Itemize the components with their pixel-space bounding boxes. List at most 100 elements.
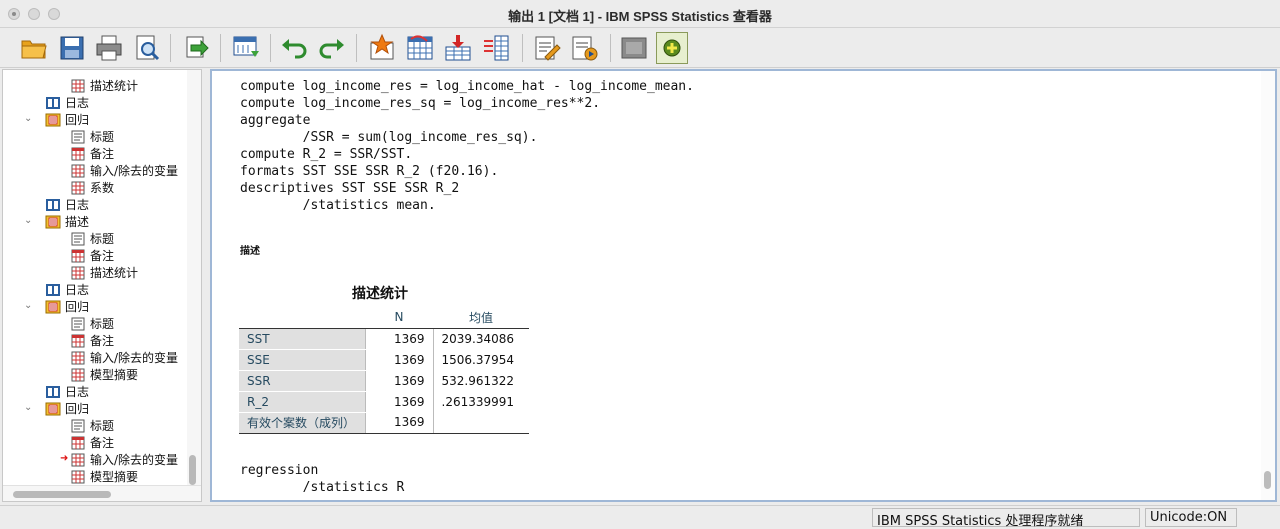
tree-item[interactable]: 备注 — [70, 145, 114, 162]
tree-item[interactable]: 描述统计 — [70, 77, 138, 94]
syntax-line: /statistics R — [240, 480, 405, 495]
row-label: SST — [239, 328, 365, 350]
column-header-mean: 均值 — [433, 307, 529, 329]
tree-item-label: 描述统计 — [90, 79, 139, 93]
print-preview-icon[interactable] — [131, 32, 163, 64]
goto-case-icon[interactable] — [366, 32, 398, 64]
tree-item[interactable]: 备注 — [70, 332, 114, 349]
syntax-log-block[interactable]: compute log_income_res = log_income_hat … — [240, 78, 694, 214]
tree-item[interactable]: 标题 — [70, 417, 114, 434]
n-cell: 1369 — [364, 412, 433, 434]
expand-toggle-icon[interactable]: ⌄ — [24, 113, 32, 124]
navigator-vertical-scrollbar[interactable] — [187, 70, 201, 486]
syntax-line: compute R_2 = SSR/SST. — [240, 147, 413, 162]
tree-item[interactable]: 输入/除去的变量 — [70, 451, 178, 468]
open-folder-icon[interactable] — [18, 32, 50, 64]
output-vertical-scrollbar[interactable] — [1261, 71, 1275, 500]
tree-item[interactable]: 日志 — [45, 196, 89, 213]
notes-icon — [70, 147, 86, 161]
mean-cell: 532.961322 — [432, 370, 529, 391]
n-cell: 1369 — [364, 370, 433, 391]
navigator-horizontal-scrollbar[interactable] — [3, 485, 201, 501]
procedure-section-title[interactable]: 描述 — [240, 242, 260, 257]
tree-item-label: 输入/除去的变量 — [90, 351, 179, 365]
tree-item[interactable]: 日志 — [45, 281, 89, 298]
window-title: 输出 1 [文档 1] - IBM SPSS Statistics 查看器 — [508, 9, 772, 24]
procedure-icon — [45, 113, 61, 127]
mean-cell: .261339991 — [432, 391, 529, 412]
goto-data-icon[interactable] — [230, 32, 262, 64]
tree-item[interactable]: 系数 — [70, 179, 114, 196]
title-icon — [70, 419, 86, 433]
tree-item[interactable]: 标题 — [70, 230, 114, 247]
undo-icon[interactable] — [278, 32, 310, 64]
tree-item-label: 回归 — [65, 402, 90, 416]
pane-splitter[interactable] — [203, 69, 209, 502]
pivot-disabled-icon[interactable] — [618, 32, 650, 64]
redo-icon[interactable] — [316, 32, 348, 64]
goto-variable-icon[interactable] — [404, 32, 436, 64]
output-vertical-scroll-thumb[interactable] — [1264, 471, 1271, 489]
mean-cell — [432, 412, 529, 434]
table-row[interactable]: 有效个案数（成列） 1369 — [239, 412, 529, 434]
tree-item[interactable]: 备注 — [70, 247, 114, 264]
table-row[interactable]: R_2 1369.261339991 — [239, 391, 529, 413]
tree-item[interactable]: 回归 — [45, 298, 89, 315]
tree-item[interactable]: 标题 — [70, 315, 114, 332]
mean-cell: 2039.34086 — [432, 328, 529, 349]
tree-item[interactable]: 标题 — [70, 128, 114, 145]
tree-item[interactable]: 模型摘要 — [70, 468, 138, 485]
expand-toggle-icon[interactable]: ⌄ — [24, 300, 32, 311]
title-icon — [70, 317, 86, 331]
n-cell: 1369 — [364, 391, 433, 412]
descriptives-pivot-table[interactable]: N 均值 SST 1369 2039.34086 SSE 1369 1506.37954 S… — [239, 307, 529, 434]
export-icon[interactable] — [180, 32, 212, 64]
table-icon — [70, 368, 86, 382]
navigator-pane: 描述统计 日志 ⌄ 回归 标题 备注 输入/除去的变量 系数 日志 ⌄ 描述 标题 备注 描述统计 日志 ⌄ 回… — [2, 69, 202, 502]
table-row[interactable]: SSR 1369 532.961322 — [239, 370, 529, 392]
notes-icon — [70, 436, 86, 450]
tree-item[interactable]: 输入/除去的变量 — [70, 162, 178, 179]
expand-toggle-icon[interactable]: ⌄ — [24, 402, 32, 413]
tree-item-label: 标题 — [90, 419, 115, 433]
tree-item[interactable]: 日志 — [45, 94, 89, 111]
navigator-horizontal-scroll-thumb[interactable] — [13, 491, 111, 498]
tree-item-label: 回归 — [65, 113, 90, 127]
syntax-log-block-2[interactable]: regression /statistics R — [240, 462, 404, 496]
table-icon — [70, 266, 86, 280]
status-bar: IBM SPSS Statistics 处理程序就绪 Unicode:ON — [0, 505, 1280, 529]
tree-item[interactable]: 描述统计 — [70, 264, 138, 281]
row-label: 有效个案数（成列） — [239, 412, 365, 434]
syntax-line: compute log_income_res = log_income_hat … — [240, 79, 694, 94]
tree-item[interactable]: 回归 — [45, 400, 89, 417]
tree-item[interactable]: 日志 — [45, 383, 89, 400]
table-row[interactable]: SST 1369 2039.34086 — [239, 328, 529, 350]
expand-toggle-icon[interactable]: ⌄ — [24, 215, 32, 226]
save-icon[interactable] — [56, 32, 88, 64]
title-bar: 输出 1 [文档 1] - IBM SPSS Statistics 查看器 — [0, 0, 1280, 28]
print-icon[interactable] — [93, 32, 125, 64]
toolbar — [0, 28, 1280, 68]
syntax-cutoff-line — [240, 71, 334, 78]
insert-output-icon[interactable] — [442, 32, 474, 64]
syntax-line: aggregate — [240, 113, 311, 128]
create-title-icon[interactable] — [530, 32, 562, 64]
notes-icon — [70, 334, 86, 348]
tree-item[interactable]: 备注 — [70, 434, 114, 451]
new-output-icon[interactable] — [656, 32, 688, 64]
pivot-table-title[interactable]: 描述统计 — [352, 283, 408, 303]
table-row[interactable]: SSE 1369 1506.37954 — [239, 349, 529, 371]
tree-item[interactable]: 描述 — [45, 213, 89, 230]
mean-cell: 1506.37954 — [432, 349, 529, 370]
tree-item-label: 备注 — [90, 436, 115, 450]
tree-item[interactable]: 模型摘要 — [70, 366, 138, 383]
tree-item-label: 日志 — [65, 198, 90, 212]
log-book-icon — [45, 96, 61, 110]
variables-icon[interactable] — [480, 32, 512, 64]
designate-window-icon[interactable] — [568, 32, 600, 64]
tree-item-label: 模型摘要 — [90, 368, 139, 382]
tree-item[interactable]: 回归 — [45, 111, 89, 128]
tree-item[interactable]: 输入/除去的变量 — [70, 349, 178, 366]
table-icon — [70, 351, 86, 365]
navigator-vertical-scroll-thumb[interactable] — [189, 455, 196, 485]
